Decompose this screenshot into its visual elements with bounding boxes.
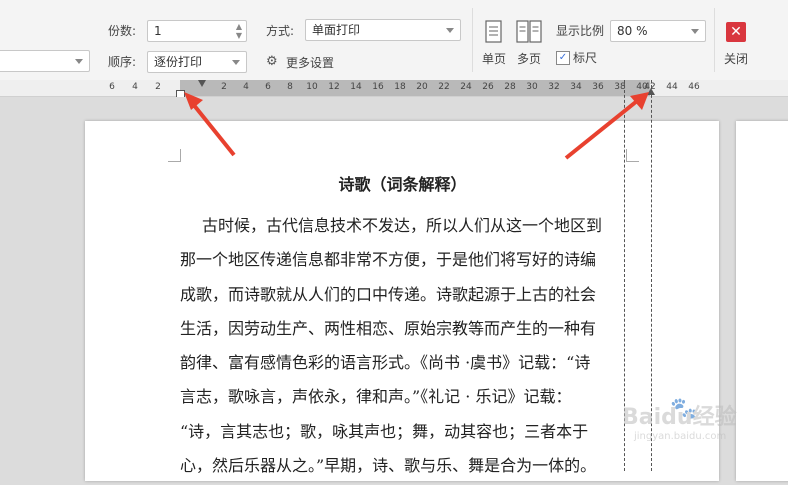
spin-down-icon[interactable]: ▼ (234, 31, 244, 40)
ruler-tick-label: 8 (287, 82, 293, 92)
toolbar-divider (714, 8, 715, 72)
spin-up-icon[interactable]: ▲ (234, 22, 244, 31)
mode-label: 方式: (266, 24, 295, 38)
ruler-tick-label: 4 (243, 82, 249, 92)
ruler-toggle[interactable]: ✓ 标尺 (556, 50, 606, 66)
settings-icon: ⚙ (266, 54, 278, 69)
chevron-down-icon (75, 59, 83, 64)
horizontal-ruler[interactable]: 6 4 2 2 4 6 8 10 12 14 16 18 20 22 24 26 28 30 32 34 36 38 40 4… (0, 80, 788, 98)
ruler-tick-label: 16 (372, 82, 384, 92)
copies-value: 1 (154, 24, 162, 38)
watermark: 🐾 Baidu经验 jingyan.baidu.com (620, 393, 780, 453)
order-value: 逐份打印 (154, 55, 203, 69)
ruler-tick-label: 44 (666, 82, 678, 92)
ruler-tick-label: 2 (155, 82, 161, 92)
ruler-tick-label: 32 (548, 82, 560, 92)
ruler-tick-label: 46 (688, 82, 700, 92)
ruler-tick-label: 22 (438, 82, 450, 92)
ruler-tick-label: 36 (592, 82, 604, 92)
watermark-url: jingyan.baidu.com (634, 431, 727, 442)
close-label: 关闭 (723, 52, 748, 66)
copies-input[interactable]: 1 ▲ ▼ (147, 20, 247, 42)
ruler-tick-label: 4 (132, 82, 138, 92)
mode-value: 单面打印 (312, 23, 361, 37)
ruler-tick-label: 2 (221, 82, 227, 92)
ruler-tick-label: 14 (350, 82, 362, 92)
document-title: 诗歌（词条解释） (338, 175, 467, 194)
ruler-tick-label: 10 (306, 82, 318, 92)
body-line: 心，然后乐器从之。”早期，诗、歌与乐、舞是合为一体的。 (180, 456, 597, 476)
ruler-toggle-label: 标尺 (573, 51, 598, 65)
ruler-tick-label: 26 (482, 82, 494, 92)
copies-label: 份数: (108, 24, 137, 38)
multi-page-button[interactable]: 多页 (512, 20, 546, 68)
zoom-value: 80 % (617, 24, 648, 38)
ruler-tick-label: 6 (109, 82, 115, 92)
body-line: 那一个地区传递信息都非常不方便，于是他们将写好的诗编 (180, 250, 597, 270)
single-page-button[interactable]: 单页 (478, 20, 510, 68)
body-line: 言志，歌咏言，声依永，律和声。”《礼记 · 乐记》记载： (180, 387, 572, 407)
chevron-down-icon (691, 29, 699, 34)
print-preview-toolbar: 份数: 1 ▲ ▼ 顺序: 逐份打印 方式: 单面打印 ⚙ 更多设置 单页 多页 (0, 0, 788, 81)
chevron-down-icon (232, 60, 240, 65)
ruler-tick-label: 34 (570, 82, 582, 92)
order-label: 顺序: (108, 55, 137, 69)
zoom-select[interactable]: 80 % (610, 20, 706, 42)
watermark-brand: Baidu经验 (622, 405, 737, 430)
ruler-tick-label: 6 (265, 82, 271, 92)
document-body: 古时候，古代信息技术不发达，所以人们从这一个地区到 那一个地区传递信息都非常不方… (180, 211, 625, 485)
single-page-label: 单页 (481, 52, 506, 66)
ruler-tick-label: 20 (416, 82, 428, 92)
body-line: 生活，因劳动生产、两性相恋、原始宗教等而产生的一种有 (180, 318, 597, 338)
close-button[interactable]: ✕ 关闭 (720, 22, 752, 68)
close-icon: ✕ (726, 22, 746, 42)
multi-page-icon (516, 20, 542, 43)
body-line: 古时候，古代信息技术不发达，所以人们从这一个地区到 (202, 216, 603, 235)
body-line: “诗，言其志也；歌，咏其声也；舞，动其容也；三者本于 (180, 421, 589, 441)
zoom-label: 显示比例 (556, 24, 605, 38)
checkbox-checked-icon: ✓ (556, 51, 570, 65)
chevron-down-icon (446, 28, 454, 33)
ruler-tick-label: 12 (328, 82, 340, 92)
multi-page-label: 多页 (516, 52, 541, 66)
ruler-tick-label: 28 (504, 82, 516, 92)
toolbar-divider (472, 8, 473, 72)
left-indent-marker-icon[interactable] (198, 80, 206, 87)
mode-select[interactable]: 单面打印 (305, 19, 461, 41)
more-settings-label: 更多设置 (286, 56, 335, 70)
crop-mark (168, 149, 181, 162)
printer-select[interactable] (0, 50, 90, 72)
order-select[interactable]: 逐份打印 (147, 51, 247, 73)
ruler-tick-label: 18 (394, 82, 406, 92)
body-line: 成歌，而诗歌就从人们的口中传递。诗歌起源于上古的社会 (180, 284, 597, 304)
ruler-tick-label: 24 (460, 82, 472, 92)
body-line: 韵律、富有感情色彩的语言形式。《尚书 ·虞书》记载：“诗 (180, 353, 591, 373)
single-page-icon (485, 20, 502, 43)
ruler-tick-label: 30 (526, 82, 538, 92)
